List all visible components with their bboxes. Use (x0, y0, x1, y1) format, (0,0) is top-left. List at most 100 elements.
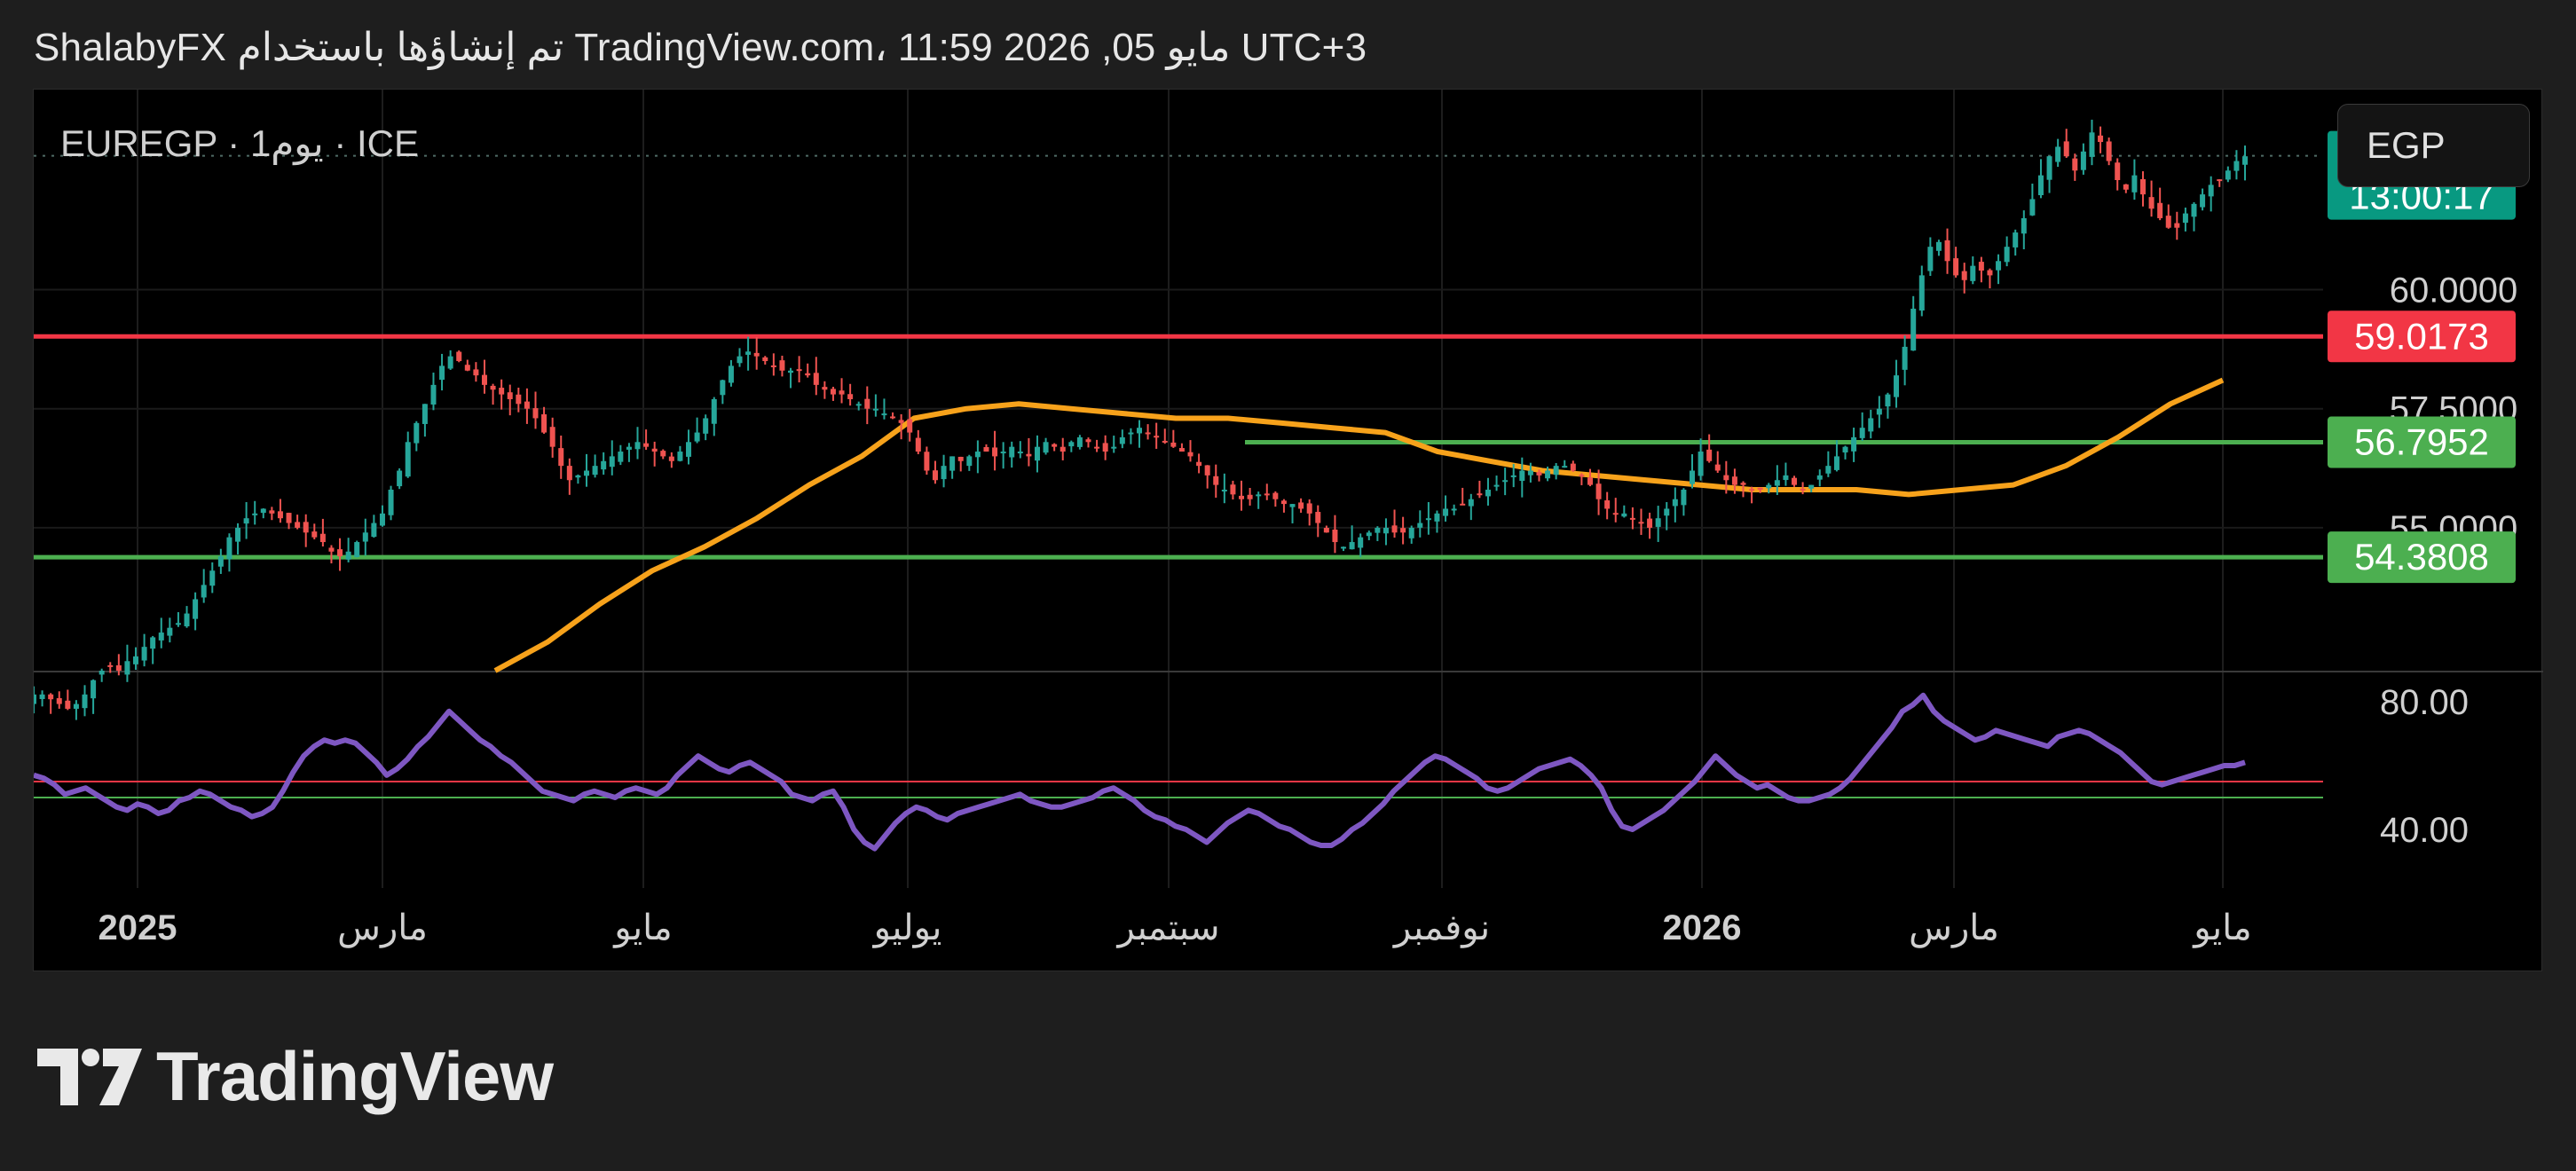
candle (2115, 158, 2121, 191)
candle (397, 468, 403, 490)
candle (1885, 392, 1891, 419)
candle (575, 474, 581, 484)
candle (847, 383, 854, 406)
candle (379, 505, 385, 527)
candle (1944, 228, 1950, 274)
candle (2233, 150, 2240, 180)
candle (354, 540, 360, 558)
chart-canvas[interactable]: 60.000057.500055.000080.0040.002025 مارس م… (34, 90, 2543, 972)
candle (1145, 424, 1151, 440)
candle (1052, 443, 1058, 452)
candle (1664, 502, 1670, 530)
candle (2157, 187, 2163, 221)
candle (2013, 229, 2019, 256)
candle (209, 562, 216, 593)
currency-button[interactable]: EGP (2337, 104, 2530, 187)
candle (48, 693, 54, 714)
candle (1358, 533, 1364, 558)
candle (2098, 126, 2104, 153)
svg-text:54.3808: 54.3808 (2354, 536, 2489, 578)
candle (1102, 435, 1108, 460)
candle (2139, 171, 2146, 207)
candle (924, 446, 930, 475)
candle (269, 507, 275, 521)
candle (2174, 211, 2180, 240)
candle (1247, 488, 1253, 506)
candle (1400, 516, 1406, 545)
candle (1111, 436, 1117, 453)
candle (1519, 457, 1525, 498)
candle (890, 412, 896, 420)
candle (2080, 143, 2086, 175)
candle (252, 500, 258, 525)
candle (872, 394, 878, 417)
candle (1562, 460, 1568, 468)
candle (2242, 145, 2248, 181)
chart-attribution-header: ShalabyFX تم إنشاؤها باستخدام TradingVie… (34, 26, 1367, 69)
candle (1085, 437, 1091, 448)
candle (1451, 504, 1457, 515)
candle (371, 515, 377, 538)
svg-text:56.7952: 56.7952 (2354, 421, 2489, 463)
price-axis-label: 60.0000 (2390, 271, 2518, 310)
candle (1833, 440, 1839, 472)
tradingview-logo-icon (37, 1048, 142, 1105)
candle (1332, 515, 1338, 554)
time-axis-label: سبتمبر (1116, 908, 1220, 948)
candle (2106, 138, 2112, 166)
candle (788, 367, 794, 389)
candle (1060, 437, 1066, 460)
candle (98, 668, 105, 682)
candle (558, 436, 564, 479)
candle (992, 430, 998, 471)
candle (124, 644, 130, 682)
candle (1655, 506, 1661, 542)
candle (73, 700, 79, 720)
candle (2037, 159, 2044, 199)
candle (1978, 256, 1984, 283)
candle (277, 499, 283, 523)
candle (1910, 295, 1917, 351)
candle (796, 356, 802, 383)
candle (1996, 254, 2002, 285)
candle (464, 359, 470, 372)
candle (1213, 464, 1219, 499)
candle (2089, 119, 2095, 166)
candle (1587, 468, 1593, 487)
candle (822, 381, 828, 399)
candle (592, 454, 598, 478)
candle (932, 460, 938, 484)
candle (1315, 505, 1321, 538)
candle (974, 440, 981, 474)
candle (957, 456, 964, 472)
candle (1987, 268, 1993, 289)
chart-panel[interactable]: 60.0000 57.5000 55.0000 80.00 40.00 2025 مارس م… (33, 89, 2543, 972)
candle (1621, 505, 1627, 518)
candle (235, 523, 241, 555)
candle (1434, 510, 1440, 533)
candle (1918, 265, 1925, 317)
time-axis-label: نوفمبر (1392, 908, 1490, 948)
candle (1264, 483, 1270, 500)
candle (941, 454, 947, 488)
candle (1493, 475, 1500, 491)
candle (2165, 204, 2171, 229)
candle (337, 538, 343, 571)
candle (2131, 159, 2138, 200)
candle (694, 417, 700, 444)
candle (1902, 335, 1908, 386)
candle (1349, 525, 1355, 550)
candle (1221, 473, 1227, 504)
candle (1477, 480, 1483, 499)
candle (686, 429, 692, 465)
candle (507, 384, 513, 416)
candle (303, 514, 309, 547)
candle (2021, 210, 2027, 249)
candle (1690, 454, 1695, 489)
candle (1068, 440, 1075, 452)
candle (770, 353, 776, 376)
time-axis-label: مارس (1909, 908, 1999, 948)
brand-name: TradingView (156, 1037, 554, 1115)
candle (1502, 468, 1509, 496)
candle (39, 690, 45, 707)
